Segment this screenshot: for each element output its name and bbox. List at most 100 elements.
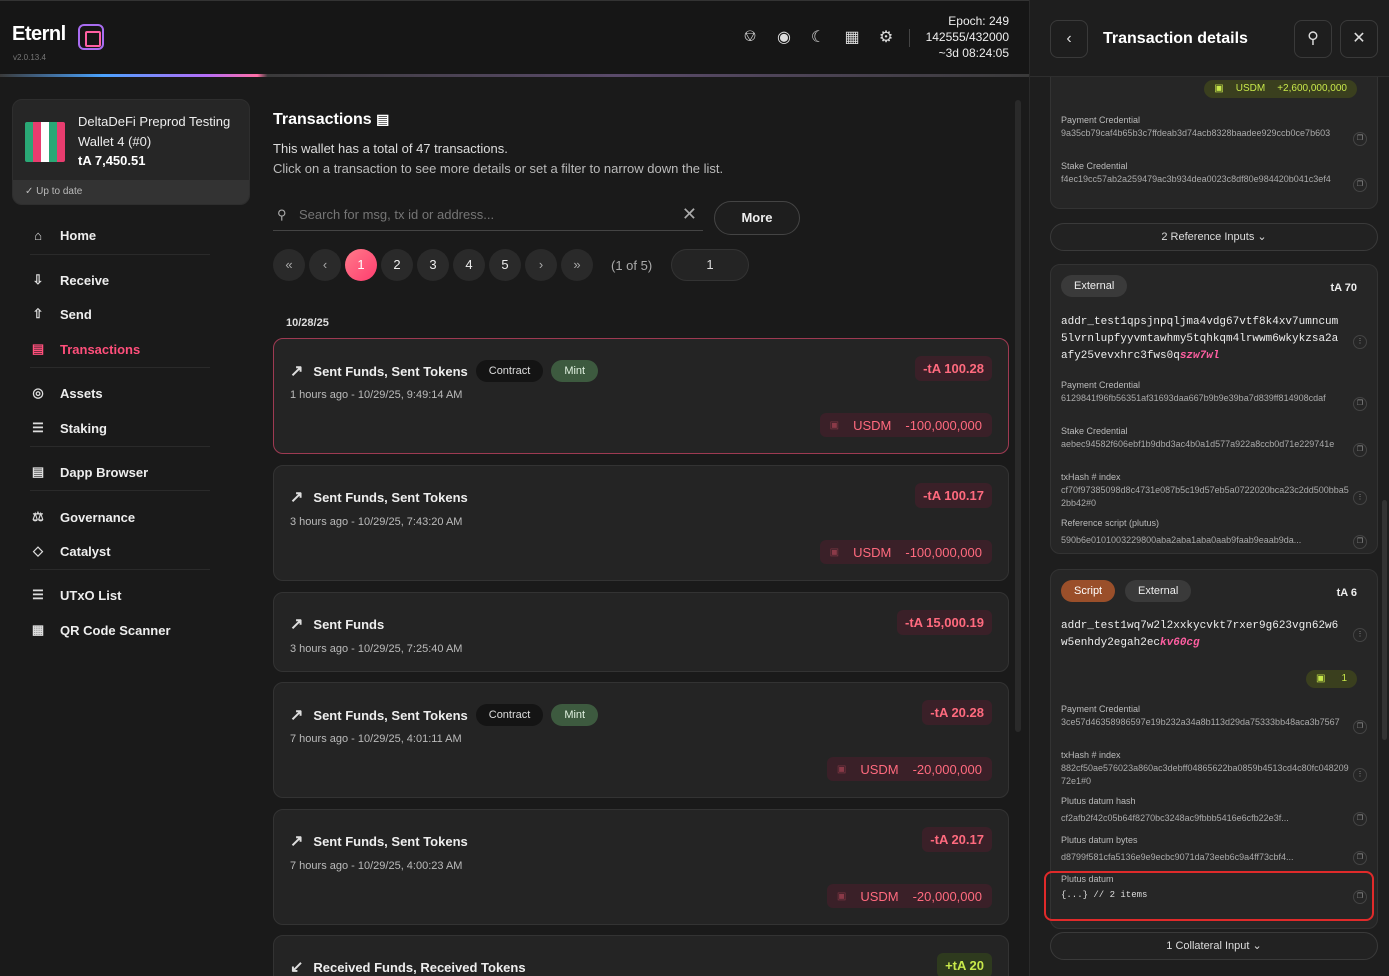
stake-credential-value: f4ec19cc57ab2a259479ac3b934dea0023c8df80… [1061, 174, 1331, 184]
wallet-card[interactable]: DeltaDeFi Preprod Testing Wallet 4 (#0) … [12, 99, 250, 205]
more-icon[interactable]: ⋮ [1353, 491, 1367, 505]
dapp-browser-icon: ▤ [31, 464, 45, 479]
token-amount: +2,600,000,000 [1277, 83, 1347, 94]
tx-title: ↗ Sent Funds, Sent Tokens [290, 487, 468, 507]
panel-body: ▣ USDM +2,600,000,000 Payment Credential 9… [1030, 77, 1389, 976]
arrow-up-right-icon: ↗ [290, 616, 304, 633]
copy-icon[interactable]: ❐ [1353, 178, 1367, 192]
app-version: v2.0.13.4 [13, 53, 46, 62]
wallet-balance: tA 7,450.51 [78, 153, 146, 168]
nav-label: Transactions [60, 341, 141, 357]
qr-code-icon[interactable]: ▦ [842, 27, 862, 47]
page-button[interactable]: 5 [489, 249, 521, 281]
more-icon[interactable]: ⋮ [1353, 768, 1367, 782]
divider [30, 254, 210, 255]
chevron-down-icon: ⌄ [1257, 231, 1267, 243]
next-page-button[interactable]: › [525, 249, 557, 281]
collateral-input-label: 1 Collateral Input [1166, 940, 1250, 952]
transaction-card[interactable]: ↗ Sent Funds, Sent Tokens 7 hours ago - 1… [273, 809, 1009, 925]
mint-tag: Mint [551, 360, 599, 382]
search-bar: ⚲ ✕ [273, 201, 703, 231]
date-header: 10/28/25 [286, 317, 329, 329]
divider [30, 569, 210, 570]
copy-icon[interactable]: ❐ [1353, 851, 1367, 865]
gear-icon[interactable]: ⚙ [876, 27, 896, 47]
page-input[interactable]: 1 [671, 249, 749, 281]
token-pill: ▣ USDM +2,600,000,000 [1204, 80, 1357, 98]
token-icon: ▣ [829, 546, 840, 558]
clear-icon[interactable]: ✕ [682, 204, 697, 225]
search-input[interactable] [299, 207, 669, 222]
arrow-up-right-icon: ↗ [290, 363, 304, 380]
token-name: USDM [860, 761, 899, 777]
epoch-remaining: ~3d 08:24:05 [938, 46, 1009, 60]
close-icon: ✕ [1352, 30, 1366, 47]
bell-icon[interactable]: ⎊ [740, 27, 760, 47]
transaction-card[interactable]: ↗ Sent Funds, Sent Tokens 3 hours ago - 1… [273, 465, 1009, 581]
sidebar-item-catalyst[interactable]: ◇ Catalyst [30, 541, 111, 561]
external-tag: External [1125, 580, 1192, 602]
input-address[interactable]: addr_test1wq7w2l2xxkycvkt7rxer9g623vgn62… [1061, 618, 1341, 652]
arrow-up-right-icon: ↗ [290, 833, 304, 850]
sidebar-item-transactions[interactable]: ▤ Transactions [30, 339, 140, 359]
transaction-card[interactable]: ↗ Sent Funds, Sent Tokens Contract Mint 1 h… [273, 338, 1009, 454]
copy-icon[interactable]: ❐ [1353, 132, 1367, 146]
page-button[interactable]: 3 [417, 249, 449, 281]
sidebar-item-home[interactable]: ⌂ Home [30, 225, 96, 245]
sidebar-item-assets[interactable]: ◎ Assets [30, 383, 102, 403]
search-button[interactable]: ⚲ [1294, 20, 1332, 58]
close-button[interactable]: ✕ [1340, 20, 1378, 58]
page-button[interactable]: 2 [381, 249, 413, 281]
scrollbar[interactable] [1015, 100, 1021, 732]
tx-amount: -tA 20.17 [922, 827, 992, 852]
sidebar-item-send[interactable]: ⇧ Send [30, 304, 92, 324]
sidebar-item-qr-scanner[interactable]: ▦ QR Code Scanner [30, 620, 171, 640]
script-tag: Script [1061, 580, 1116, 602]
sidebar-item-dapp-browser[interactable]: ▤ Dapp Browser [30, 462, 148, 482]
copy-icon[interactable]: ❐ [1353, 535, 1367, 549]
token-count: 1 [1341, 673, 1347, 684]
back-button[interactable]: ‹ [1050, 20, 1088, 58]
transaction-card[interactable]: ↙ Received Funds, Received Tokens +tA 20 [273, 935, 1009, 976]
token-amount: -100,000,000 [905, 417, 982, 433]
nav-label: Dapp Browser [60, 464, 149, 480]
copy-icon[interactable]: ❐ [1353, 443, 1367, 457]
copy-icon[interactable]: ❐ [1353, 720, 1367, 734]
nav-label: Catalyst [60, 543, 111, 559]
sidebar-item-utxo-list[interactable]: ☰ UTxO List [30, 585, 121, 605]
collateral-input-toggle[interactable]: 1 Collateral Input ⌄ [1050, 932, 1378, 960]
receive-icon: ⇩ [32, 272, 44, 287]
transaction-card[interactable]: ↗ Sent Funds, Sent Tokens Contract Mint 7 h… [273, 682, 1009, 798]
page-button[interactable]: 4 [453, 249, 485, 281]
tx-title: ↗ Sent Funds, Sent Tokens [290, 831, 468, 851]
sidebar-item-staking[interactable]: ☰ Staking [30, 418, 107, 438]
txhash-value: 882cf50ae576023a860ac3debff04865622ba085… [1061, 763, 1349, 786]
first-page-button[interactable]: « [273, 249, 305, 281]
more-icon[interactable]: ⋮ [1353, 628, 1367, 642]
epoch-info: Epoch: 249 142555/432000 ~3d 08:24:05 [926, 13, 1009, 61]
sidebar-item-receive[interactable]: ⇩ Receive [30, 270, 110, 290]
last-page-button[interactable]: » [561, 249, 593, 281]
copy-icon[interactable]: ❐ [1353, 397, 1367, 411]
prev-page-button[interactable]: ‹ [309, 249, 341, 281]
token-icon: ▣ [836, 763, 847, 775]
copy-icon[interactable]: ❐ [1353, 812, 1367, 826]
tx-amount: -tA 100.28 [915, 356, 992, 381]
staking-icon: ☰ [32, 420, 44, 435]
page-button[interactable]: 1 [345, 249, 377, 281]
governance-icon: ⚖ [32, 509, 44, 524]
panel-title: Transaction details [1103, 30, 1248, 47]
moon-icon[interactable]: ☾ [808, 27, 828, 47]
payment-credential-label: Payment Credential [1061, 380, 1141, 390]
nav-label: Receive [60, 272, 110, 288]
more-icon[interactable]: ⋮ [1353, 335, 1367, 349]
divider [909, 29, 910, 47]
transaction-card[interactable]: ↗ Sent Funds 3 hours ago - 10/29/25, 7:25… [273, 592, 1009, 672]
input-address[interactable]: addr_test1qpsjnpqljma4vdg67vtf8k4xv7umnc… [1061, 314, 1341, 365]
more-button[interactable]: More [714, 201, 800, 235]
scrollbar[interactable] [1382, 500, 1387, 740]
reference-script-label: Reference script (plutus) [1061, 518, 1160, 528]
sidebar-item-governance[interactable]: ⚖ Governance [30, 507, 135, 527]
reference-inputs-toggle[interactable]: 2 Reference Inputs ⌄ [1050, 223, 1378, 251]
eye-icon[interactable]: ◉ [774, 27, 794, 47]
